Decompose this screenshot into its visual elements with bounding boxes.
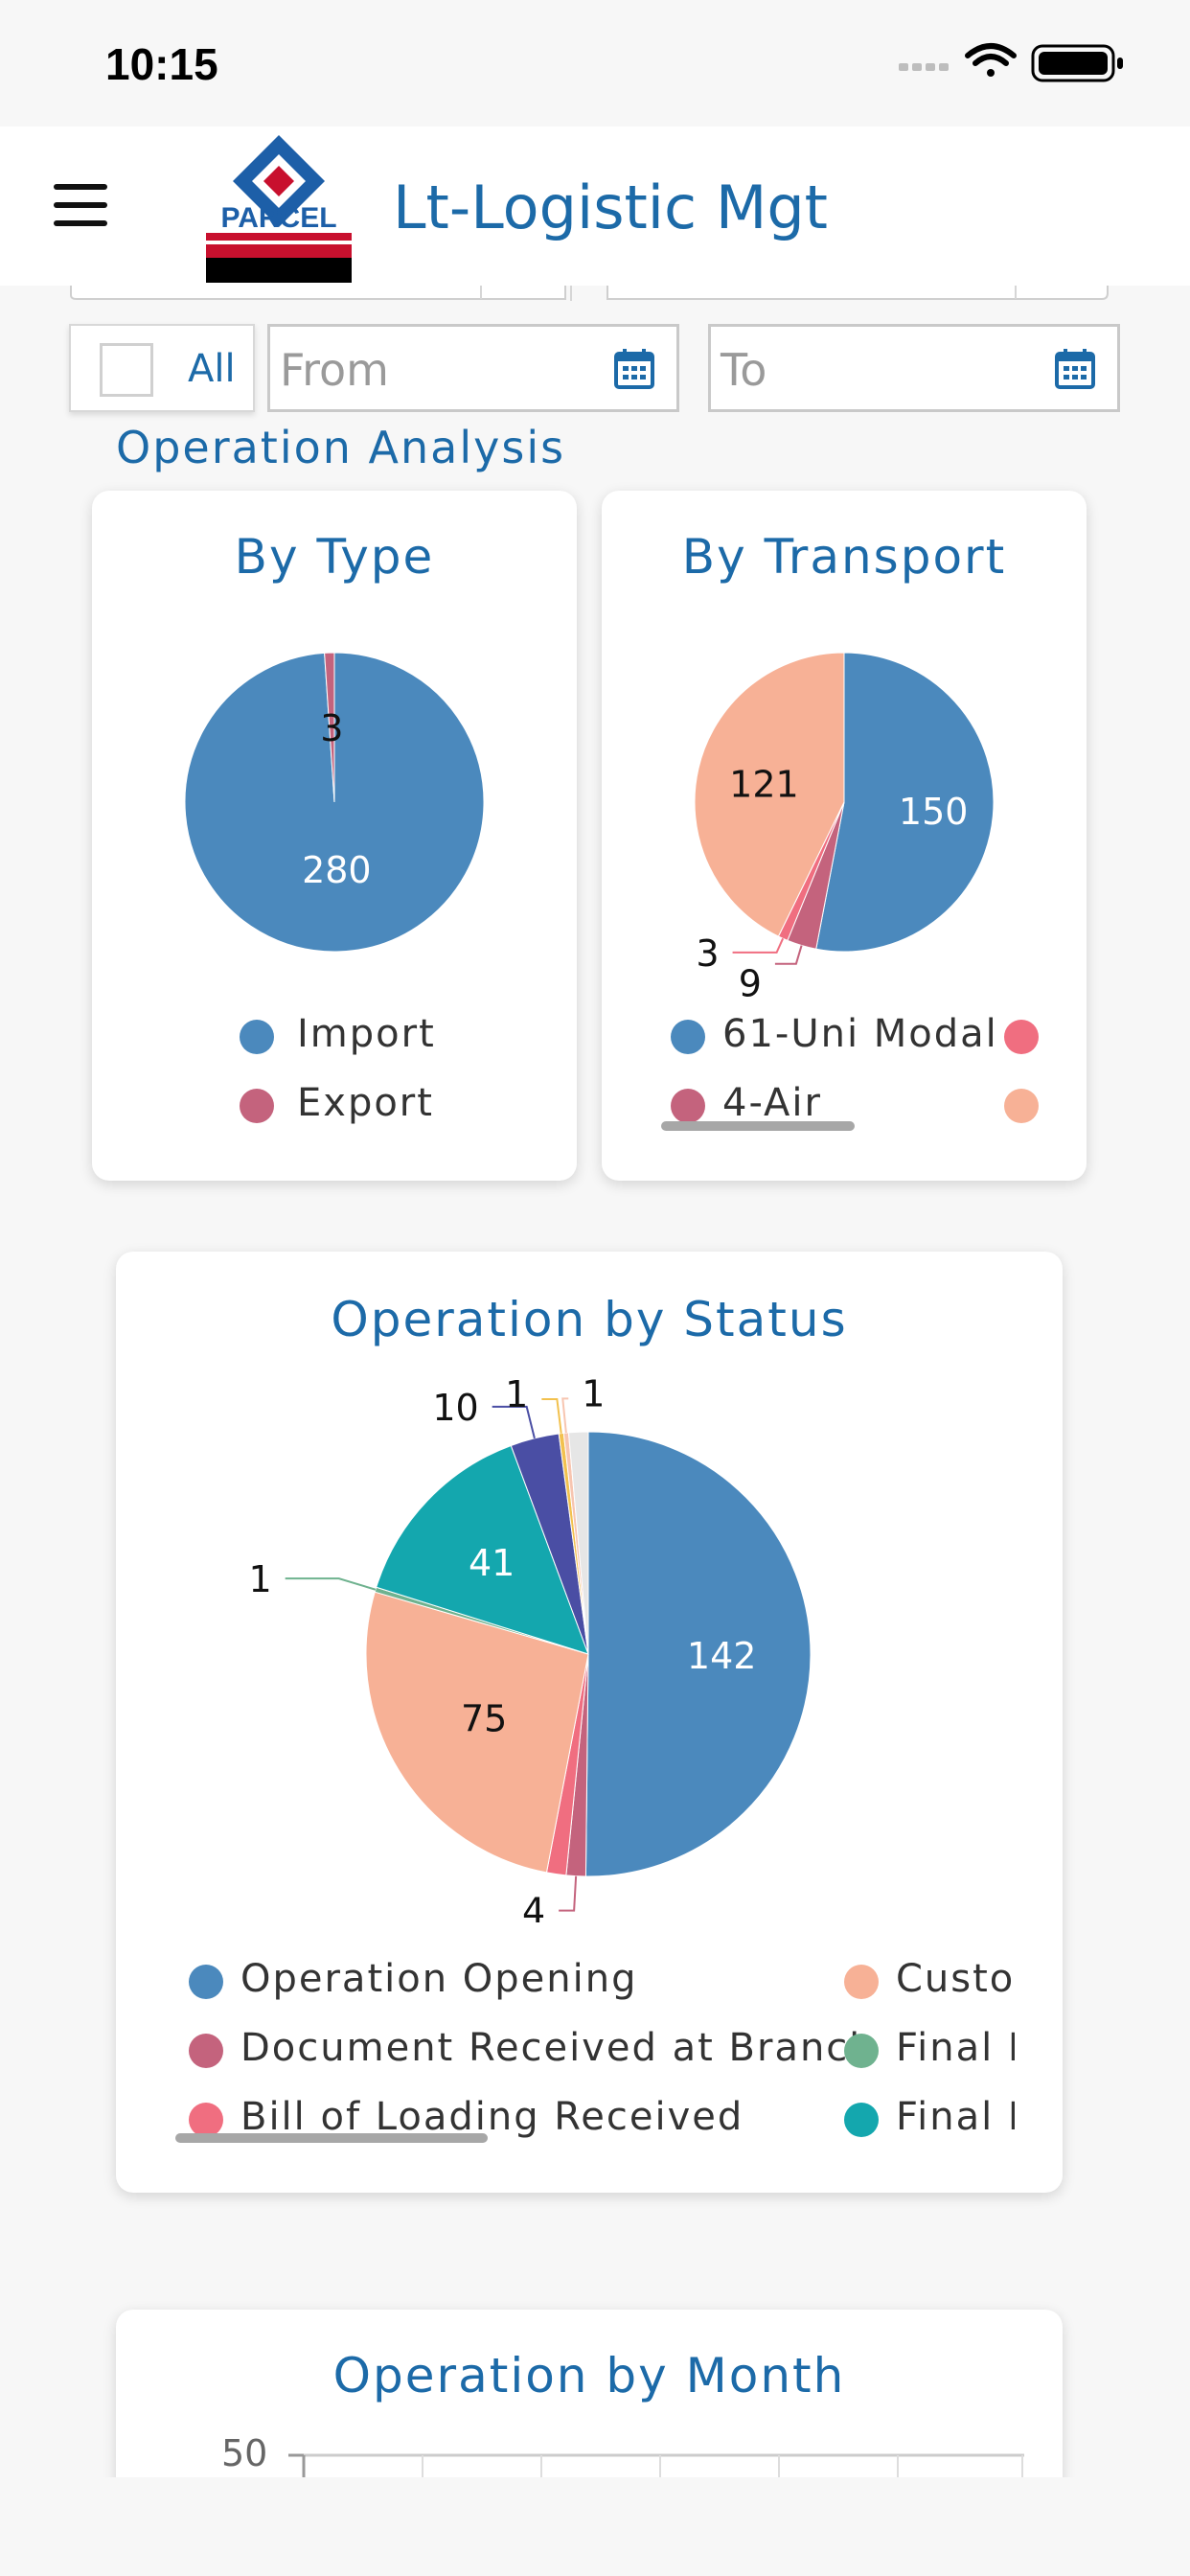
legend-scroll-indicator[interactable] [661,1121,855,1131]
legend-label: Custo [896,1957,1015,2001]
status-time: 10:15 [105,39,218,89]
legend-marker-icon [671,1089,705,1123]
legend-label: Final D [896,2095,1015,2139]
from-date-field[interactable]: From [267,324,679,412]
legend-marker-icon [189,2034,223,2068]
legend-label: Import [297,1012,436,1056]
all-filter-toggle[interactable]: All [69,324,255,412]
calendar-icon[interactable] [613,348,655,390]
legend-item[interactable]: Final D [844,2095,1015,2139]
legend-marker-icon [1004,1089,1039,1123]
all-label: All [188,347,236,391]
legend-marker-icon [844,2103,879,2137]
legend-item[interactable]: Import [240,1012,436,1056]
all-checkbox[interactable] [100,343,153,397]
data-label: 1 [582,1372,605,1414]
app-title: Lt-Logistic Mgt [393,172,828,242]
data-label: 150 [899,791,969,833]
legend-item[interactable]: Final D [844,2026,1015,2070]
legend-marker-icon [240,1020,274,1054]
data-label: 75 [461,1698,507,1740]
data-label: 1 [505,1373,528,1415]
legend-label: Export [297,1081,434,1125]
data-label: 121 [729,764,799,806]
chart-card-by-transport: By Transport 150 121 9 3 61-Uni Modal 4-Air [602,491,1087,1181]
hamburger-menu-icon[interactable] [54,184,107,226]
leader-line [541,1397,562,1434]
status-bar: 10:15 [0,0,1190,126]
data-label: 10 [432,1387,478,1429]
legend-column-clipped: Custo Final D Final D [844,1951,1015,2143]
data-label: 1 [248,1558,271,1600]
legend-marker-icon [240,1089,274,1123]
legend-item[interactable]: Custo [844,1957,1015,2001]
legend-marker-icon [844,1965,879,1999]
legend-marker-icon [671,1020,705,1054]
legend-item[interactable]: 61-Uni Modal [671,1012,998,1056]
data-label: 41 [469,1542,515,1584]
logo-wordmark: PARCEL [220,202,336,234]
data-label: 4 [522,1891,545,1922]
legend-label: Operation Opening [240,1957,638,2001]
leader-line [561,1397,569,1434]
data-label: 142 [687,1635,757,1677]
legend-label: Final D [896,2026,1015,2070]
legend-item[interactable]: Operation Opening [189,1957,637,2001]
battery-icon [1031,44,1123,82]
legend-label: 61-Uni Modal [722,1012,998,1056]
data-label: 3 [320,707,343,749]
legend-item[interactable]: Export [240,1081,434,1125]
data-label: 9 [739,963,762,1005]
section-title: Operation Analysis [116,422,566,473]
leader-line [559,1875,578,1912]
legend-label: Document Received at Branch [240,2026,876,2070]
leader-line [732,937,785,954]
legend-scroll-indicator[interactable] [175,2133,488,2143]
signal-icon [899,63,949,71]
calendar-icon[interactable] [1054,348,1096,390]
legend-marker-icon [189,1965,223,1999]
legend-item[interactable]: Document Received at Branch [189,2026,876,2070]
chart-card-by-type: By Type 280 3 Import Export [92,491,577,1181]
to-date-field[interactable]: To [708,324,1120,412]
pie-chart-operation-by-status: 14275414110 1 1 [248,1372,812,1922]
data-label: 3 [696,932,719,975]
to-date-placeholder: To [721,344,767,396]
wifi-icon [965,43,1017,77]
from-date-placeholder: From [280,344,389,396]
home-indicator-area [0,2477,1190,2576]
data-label: 280 [302,849,372,891]
filter-row-peek [70,286,1109,301]
status-icons [899,43,1123,82]
legend-item[interactable]: 4-Air [671,1081,822,1125]
legend-marker-icon [1004,1020,1039,1054]
company-logo: PARCEL [206,131,352,283]
leader-line [285,1577,377,1591]
pie-chart-by-type: 280 3 [184,652,485,953]
pie-chart-by-transport: 150 121 93 [694,652,995,1005]
app-header: PARCEL Lt-Logistic Mgt [0,126,1190,286]
legend-marker-icon [844,2034,879,2068]
legend-label: 4-Air [722,1081,822,1125]
legend-marker-icon [189,2103,223,2137]
chart-card-operation-by-status: Operation by Status 142 75 41 4 1 10 1 1 Operat… [116,1252,1063,2193]
